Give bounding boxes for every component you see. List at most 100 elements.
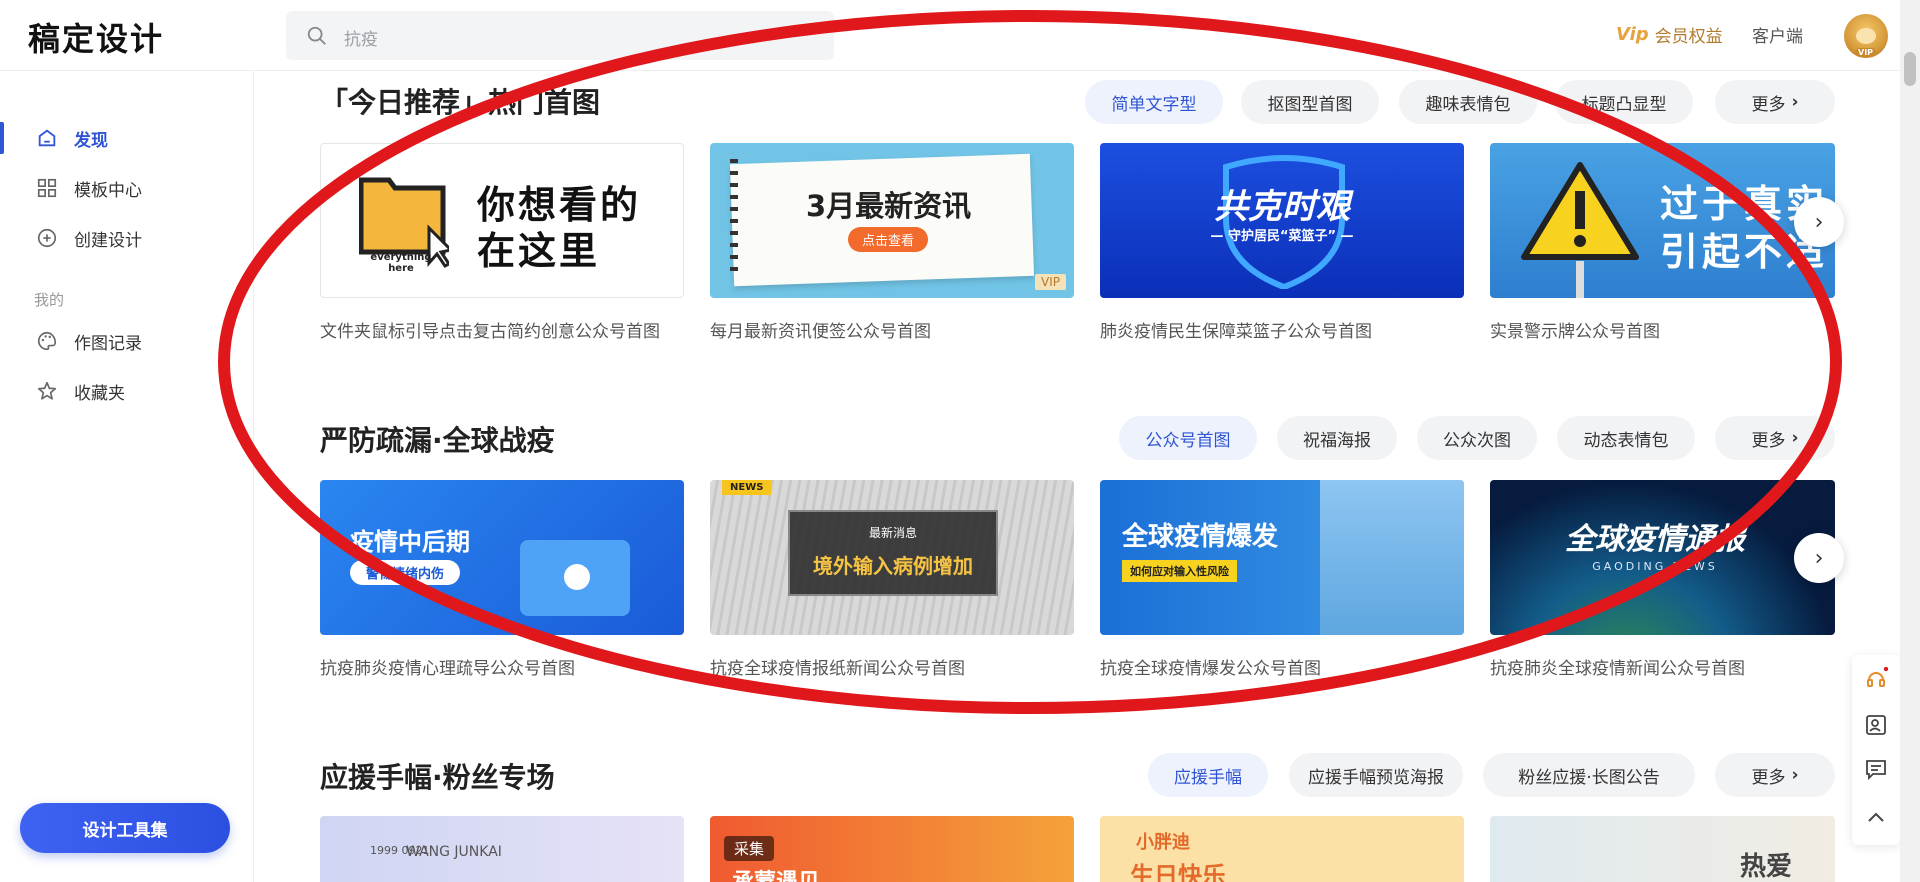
sidebar-item-history[interactable]: 作图记录 — [0, 319, 254, 363]
sidebar-item-templates[interactable]: 模板中心 — [0, 166, 254, 210]
sidebar: 发现 模板中心 创建设计 我的 作图记录 收藏夹 设计工具集 — [0, 71, 254, 882]
card-caption[interactable]: 抗疫全球疫情爆发公众号首图 — [1100, 654, 1321, 679]
chip-support-banner[interactable]: 应援手幅 — [1148, 753, 1268, 797]
card-text-secondary: 承蒙遇见 — [732, 864, 820, 882]
chevron-right-icon: › — [1791, 92, 1799, 112]
card-text-secondary: — 守护居民“菜篮子” — — [1210, 229, 1354, 244]
card-text-secondary: GAODING NEWS — [1592, 560, 1718, 573]
more-button[interactable]: 更多 › — [1715, 80, 1835, 124]
spiral-binding — [730, 159, 738, 279]
scrollbar-thumb[interactable] — [1904, 52, 1916, 86]
palette-icon — [38, 331, 57, 351]
template-card[interactable]: 小胖迪 生日快乐 — [1100, 816, 1464, 882]
card-text-secondary: 警惕情绪内伤 — [350, 560, 461, 585]
card-text-primary: 共克时艰 — [1214, 187, 1350, 227]
chevron-right-icon: › — [1791, 428, 1799, 448]
grid-icon — [37, 178, 57, 198]
chip-banner-preview[interactable]: 应援手幅预览海报 — [1289, 753, 1463, 797]
warning-sign-icon — [1521, 162, 1639, 298]
star-icon — [37, 381, 57, 400]
card-text-secondary: 生日快乐 — [1130, 862, 1226, 882]
my-section-label: 我的 — [34, 291, 65, 309]
template-card[interactable]: 3月最新资讯 点击查看 VIP — [710, 143, 1074, 298]
section-title: 应援手幅·粉丝专场 — [320, 761, 555, 794]
card-caption[interactable]: 抗疫肺炎全球疫情新闻公众号首图 — [1490, 654, 1745, 679]
card-caption[interactable]: 每月最新资讯便签公众号首图 — [710, 317, 931, 342]
chip-emoji[interactable]: 趣味表情包 — [1399, 80, 1537, 124]
carousel-next-button[interactable]: › — [1794, 533, 1844, 583]
sidebar-item-discover[interactable]: 发现 — [0, 116, 254, 160]
card-caption[interactable]: 抗疫肺炎疫情心理疏导公众号首图 — [320, 654, 575, 679]
chip-animated-emoji[interactable]: 动态表情包 — [1557, 416, 1695, 460]
card-text-primary: 热爱 — [1740, 852, 1793, 882]
user-profile-icon[interactable] — [1864, 713, 1888, 737]
template-card[interactable]: 过于真实 引起不适 — [1490, 143, 1835, 298]
section-title: 严防疏漏·全球战疫 — [320, 424, 555, 457]
vip-benefits-link[interactable]: Vip 会员权益 — [1616, 22, 1723, 47]
chip-cutout[interactable]: 抠图型首图 — [1241, 80, 1379, 124]
chip-simple-text[interactable]: 简单文字型 — [1085, 80, 1223, 124]
sidebar-item-create[interactable]: 创建设计 — [0, 216, 254, 260]
carousel-next-button[interactable]: › — [1794, 197, 1844, 247]
chip-wechat-cover[interactable]: 公众号首图 — [1119, 416, 1257, 460]
vip-badge: VIP — [1035, 274, 1066, 290]
template-card[interactable]: 全球疫情通报 GAODING NEWS — [1490, 480, 1835, 635]
vip-benefits-label: 会员权益 — [1654, 27, 1723, 47]
avatar-face — [1856, 28, 1876, 44]
top-bar: 稿定设计 抗疫 Vip 会员权益 客户端 VIP — [0, 0, 1920, 71]
card-text-primary: 全球疫情爆发 — [1122, 522, 1279, 552]
medical-cross-icon — [564, 564, 590, 590]
card-text-primary: 境外输入病例增加 — [813, 554, 973, 578]
sidebar-item-label: 模板中心 — [74, 180, 142, 201]
section-title: 「今日推荐」热门首图 — [320, 86, 601, 119]
template-card[interactable]: everything here 你想看的 在这里 — [320, 143, 684, 298]
chip-secondary-image[interactable]: 公众次图 — [1417, 416, 1537, 460]
card-text-primary: 全球疫情通报 — [1565, 522, 1745, 557]
sidebar-item-favorites[interactable]: 收藏夹 — [0, 369, 254, 413]
vip-icon: Vip — [1616, 24, 1649, 45]
card-text-primary: 疫情中后期 — [350, 528, 470, 556]
card-caption[interactable]: 实景警示牌公众号首图 — [1490, 317, 1660, 342]
sidebar-item-label: 发现 — [74, 130, 108, 151]
scrollbar[interactable] — [1900, 0, 1920, 882]
home-icon — [38, 129, 56, 147]
more-button[interactable]: 更多 › — [1715, 753, 1835, 797]
card-text-secondary: 最新消息 — [868, 526, 917, 540]
back-to-top-icon[interactable] — [1864, 805, 1888, 829]
search-box[interactable]: 抗疫 — [286, 11, 834, 60]
chip-greeting-poster[interactable]: 祝福海报 — [1277, 416, 1397, 460]
chevron-right-icon: › — [1814, 209, 1824, 235]
more-button[interactable]: 更多 › — [1715, 416, 1835, 460]
template-card[interactable]: 1999 0921 WANG JUNKAI — [320, 816, 684, 882]
doctor-photo — [1320, 480, 1464, 635]
template-card[interactable]: 共克时艰 — 守护居民“菜篮子” — — [1100, 143, 1464, 298]
chevron-right-icon: › — [1791, 765, 1799, 785]
more-label: 更多 — [1751, 430, 1786, 451]
chip-fan-long-image[interactable]: 粉丝应援·长图公告 — [1483, 753, 1695, 797]
design-tools-button[interactable]: 设计工具集 — [20, 803, 230, 853]
card-caption[interactable]: 抗疫全球疫情报纸新闻公众号首图 — [710, 654, 965, 679]
plus-circle-icon — [37, 228, 57, 248]
search-icon — [307, 26, 326, 45]
client-download-link[interactable]: 客户端 — [1752, 22, 1803, 47]
news-badge: NEWS — [722, 480, 772, 495]
sidebar-item-label: 收藏夹 — [74, 383, 125, 404]
collect-button[interactable]: 采集 — [724, 836, 775, 861]
avatar[interactable]: VIP — [1844, 14, 1888, 58]
card-caption[interactable]: 文件夹鼠标引导点击复古简约创意公众号首图 — [320, 317, 660, 342]
search-input[interactable]: 抗疫 — [344, 25, 378, 50]
customer-service-icon[interactable] — [1864, 667, 1888, 691]
template-card[interactable]: 疫情中后期 警惕情绪内伤 — [320, 480, 684, 635]
sidebar-item-label: 作图记录 — [74, 333, 142, 354]
avatar-vip-badge: VIP — [1855, 48, 1877, 57]
card-caption[interactable]: 肺炎疫情民生保障菜篮子公众号首图 — [1100, 317, 1372, 342]
template-card[interactable]: 全球疫情爆发 如何应对输入性风险 — [1100, 480, 1464, 635]
template-card[interactable]: NEWS 最新消息 境外输入病例增加 — [710, 480, 1074, 635]
chip-title-highlight[interactable]: 标题凸显型 — [1555, 80, 1693, 124]
logo[interactable]: 稿定设计 — [28, 14, 164, 60]
card-text-primary: 3月最新资讯 — [806, 189, 972, 223]
template-card[interactable]: 采集 承蒙遇见 — [710, 816, 1074, 882]
template-card[interactable]: 热爱 — [1490, 816, 1835, 882]
card-subtext: everything here — [370, 252, 432, 274]
feedback-icon[interactable] — [1864, 757, 1888, 781]
